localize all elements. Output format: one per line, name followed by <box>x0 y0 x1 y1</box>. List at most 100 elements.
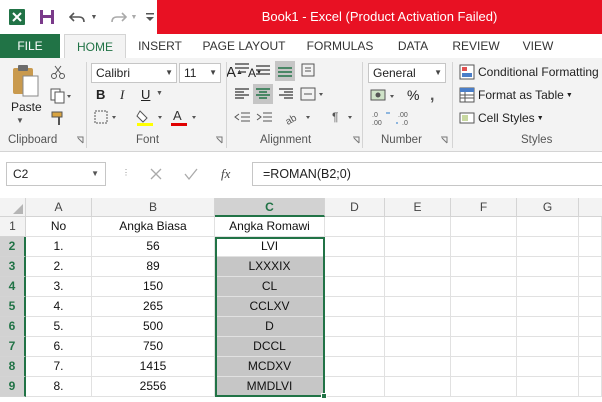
column-header-a[interactable]: A <box>26 198 92 217</box>
customize-qat-icon[interactable] <box>144 7 156 27</box>
cell-b4[interactable]: 150 <box>92 277 215 297</box>
decrease-indent-icon[interactable] <box>234 110 252 126</box>
align-top-icon[interactable] <box>233 62 251 78</box>
cell-d6[interactable] <box>325 317 385 337</box>
increase-indent-icon[interactable] <box>256 110 274 126</box>
cell-b7[interactable]: 750 <box>92 337 215 357</box>
tab-review[interactable]: REVIEW <box>446 34 506 58</box>
tab-page-layout[interactable]: PAGE LAYOUT <box>196 34 292 58</box>
cell-c7[interactable]: DCCL <box>215 337 325 357</box>
cell-e3[interactable] <box>385 257 451 277</box>
cell-g1[interactable] <box>517 217 579 237</box>
cell-e7[interactable] <box>385 337 451 357</box>
chevron-down-icon[interactable]: ▼ <box>165 64 173 82</box>
tab-data[interactable]: DATA <box>390 34 436 58</box>
cell-d7[interactable] <box>325 337 385 357</box>
select-all-corner[interactable] <box>0 198 26 217</box>
font-launcher-icon[interactable] <box>215 136 223 144</box>
cell-g8[interactable] <box>517 357 579 377</box>
cell-h5[interactable] <box>579 297 602 317</box>
cell-a1[interactable]: No <box>26 217 92 237</box>
cell-f8[interactable] <box>451 357 517 377</box>
cell-d9[interactable] <box>325 377 385 397</box>
cell-c1[interactable]: Angka Romawi <box>215 217 325 237</box>
borders-icon[interactable] <box>94 109 120 125</box>
fill-color-icon[interactable] <box>136 108 166 126</box>
row-header-1[interactable]: 1 <box>0 217 26 237</box>
comma-style-icon[interactable]: , <box>428 88 442 104</box>
cell-a6[interactable]: 5. <box>26 317 92 337</box>
row-header-8[interactable]: 8 <box>0 357 26 377</box>
cell-f9[interactable] <box>451 377 517 397</box>
cell-a9[interactable]: 8. <box>26 377 92 397</box>
row-header-9[interactable]: 9 <box>0 377 26 397</box>
cancel-entry-icon[interactable] <box>148 166 164 182</box>
row-header-7[interactable]: 7 <box>0 337 26 357</box>
row-header-4[interactable]: 4 <box>0 277 26 297</box>
cell-c2[interactable]: LVI <box>215 237 325 257</box>
cell-h8[interactable] <box>579 357 602 377</box>
font-name-combo[interactable]: Calibri ▼ <box>91 63 177 83</box>
cell-b2[interactable]: 56 <box>92 237 215 257</box>
redo-dropdown-icon[interactable]: ▼ <box>128 7 140 27</box>
cell-d2[interactable] <box>325 237 385 257</box>
italic-button[interactable]: I <box>120 87 124 103</box>
cell-c8[interactable]: MCDXV <box>215 357 325 377</box>
cell-c4[interactable]: CL <box>215 277 325 297</box>
fill-handle[interactable] <box>321 393 327 399</box>
tab-view[interactable]: VIEW <box>514 34 562 58</box>
cell-f1[interactable] <box>451 217 517 237</box>
cell-c3[interactable]: LXXXIX <box>215 257 325 277</box>
cell-e6[interactable] <box>385 317 451 337</box>
row-header-6[interactable]: 6 <box>0 317 26 337</box>
copy-icon[interactable] <box>50 88 72 104</box>
cell-a5[interactable]: 4. <box>26 297 92 317</box>
cell-e4[interactable] <box>385 277 451 297</box>
paste-button[interactable] <box>10 64 40 98</box>
cell-g3[interactable] <box>517 257 579 277</box>
insert-function-button[interactable]: fx <box>221 166 230 182</box>
cell-c5[interactable]: CCLXV <box>215 297 325 317</box>
cell-a7[interactable]: 6. <box>26 337 92 357</box>
name-box[interactable]: C2 ▼ <box>6 162 106 186</box>
column-header-h[interactable] <box>579 198 602 217</box>
tab-file[interactable]: FILE <box>0 34 60 58</box>
paste-dropdown-icon[interactable]: ▼ <box>16 116 24 125</box>
percent-style-button[interactable]: % <box>407 87 419 103</box>
decrease-decimal-icon[interactable]: .00.0 <box>396 109 418 127</box>
cell-h2[interactable] <box>579 237 602 257</box>
bold-button[interactable]: B <box>96 87 105 102</box>
text-direction-icon[interactable]: ab <box>284 108 314 126</box>
alignment-launcher-icon[interactable] <box>352 136 360 144</box>
tab-formulas[interactable]: FORMULAS <box>300 34 380 58</box>
cell-g4[interactable] <box>517 277 579 297</box>
cell-e2[interactable] <box>385 237 451 257</box>
cell-d8[interactable] <box>325 357 385 377</box>
align-left-icon[interactable] <box>233 86 251 102</box>
cell-d5[interactable] <box>325 297 385 317</box>
cell-e1[interactable] <box>385 217 451 237</box>
cell-c6[interactable]: D <box>215 317 325 337</box>
cell-g5[interactable] <box>517 297 579 317</box>
cell-f5[interactable] <box>451 297 517 317</box>
cell-d4[interactable] <box>325 277 385 297</box>
cell-g9[interactable] <box>517 377 579 397</box>
row-header-5[interactable]: 5 <box>0 297 26 317</box>
align-bottom-icon[interactable] <box>275 61 295 81</box>
column-header-f[interactable]: F <box>451 198 517 217</box>
cell-f7[interactable] <box>451 337 517 357</box>
row-header-3[interactable]: 3 <box>0 257 26 277</box>
cell-c9[interactable]: MMDLVI <box>215 377 325 397</box>
cell-a8[interactable]: 7. <box>26 357 92 377</box>
chevron-down-icon[interactable]: ▼ <box>209 64 217 82</box>
column-header-g[interactable]: G <box>517 198 579 217</box>
cell-h7[interactable] <box>579 337 602 357</box>
column-header-b[interactable]: B <box>92 198 215 217</box>
cell-e8[interactable] <box>385 357 451 377</box>
cell-styles-button[interactable]: Cell Styles ▼ <box>459 110 544 126</box>
cell-h1[interactable] <box>579 217 602 237</box>
number-format-combo[interactable]: General ▼ <box>368 63 446 83</box>
format-painter-icon[interactable] <box>50 110 66 126</box>
column-header-d[interactable]: D <box>325 198 385 217</box>
tab-insert[interactable]: INSERT <box>134 34 186 58</box>
